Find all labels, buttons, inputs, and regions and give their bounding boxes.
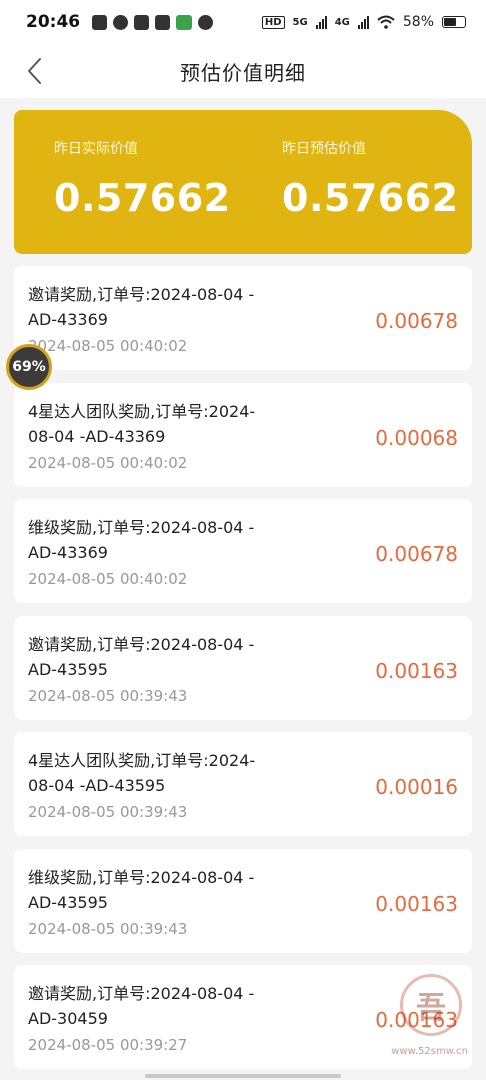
tiktok-icon [198, 14, 214, 30]
home-indicator[interactable] [145, 1074, 341, 1078]
hd-icon: HD [261, 15, 285, 29]
status-bar: 20:46 HD 5G 4G 58% [0, 0, 486, 44]
list-item[interactable]: 4星达人团队奖励,订单号:2024-08-04 -AD-43369 2024-0… [14, 382, 472, 487]
watermark: 吾 www.52smw.cn [376, 962, 468, 1072]
item-time: 2024-08-05 00:40:02 [28, 570, 188, 588]
notification-icons [92, 14, 214, 30]
actual-value-block: 昨日实际价值 0.57662 [54, 138, 231, 220]
item-title: 维级奖励,订单号:2024-08-04 -AD-43595 [28, 867, 255, 912]
item-time: 2024-08-05 00:40:02 [28, 337, 188, 355]
app-notification-icon [92, 14, 108, 30]
app-notification-icon [113, 14, 129, 30]
estimate-value-label: 昨日预估价值 [282, 141, 366, 157]
battery-percent: 58% [402, 14, 434, 30]
app-notification-icon [155, 14, 171, 30]
item-amount: 0.00678 [375, 542, 458, 566]
status-right: HD 5G 4G 58% [261, 14, 466, 30]
item-time: 2024-08-05 00:39:43 [28, 686, 188, 705]
item-title: 维级奖励,订单号:2024-08-04 -AD-43369 [28, 518, 255, 562]
mail-icon [134, 14, 150, 30]
page-header: 预估价值明细 [0, 44, 486, 98]
back-button[interactable] [18, 54, 50, 88]
page-title: 预估价值明细 [180, 60, 306, 85]
back-chevron-icon [28, 58, 41, 84]
item-time: 2024-08-05 00:39:43 [28, 919, 188, 938]
watermark-seal: 吾 [400, 974, 462, 1036]
wifi-icon [377, 15, 395, 29]
battery-icon [442, 16, 466, 28]
item-time: 2024-08-05 00:39:43 [28, 803, 188, 821]
list-item[interactable]: 邀请奖励,订单号:2024-08-04 -AD-43369 2024-08-05… [14, 266, 472, 370]
signal-icon [357, 15, 369, 29]
estimate-value-block: 昨日预估价值 0.57662 [282, 138, 459, 220]
actual-value-label: 昨日实际价值 [54, 141, 138, 157]
item-title: 4星达人团队奖励,订单号:2024-08-04 -AD-43369 [28, 401, 256, 446]
item-amount: 0.00163 [375, 658, 458, 683]
list-item[interactable]: 维级奖励,订单号:2024-08-04 -AD-43595 2024-08-05… [14, 848, 472, 953]
item-amount: 0.00678 [375, 309, 458, 333]
item-title: 4星达人团队奖励,订单号:2024-08-04 -AD-43595 [28, 751, 256, 795]
network-4g-label: 4G [334, 16, 350, 28]
item-time: 2024-08-05 00:39:27 [28, 1036, 188, 1054]
estimate-value: 0.57662 [282, 176, 459, 220]
list-item[interactable]: 4星达人团队奖励,订单号:2024-08-04 -AD-43595 2024-0… [14, 732, 472, 836]
floating-progress-badge[interactable]: 69% [6, 344, 52, 390]
list-item[interactable]: 邀请奖励,订单号:2024-08-04 -AD-43595 2024-08-05… [14, 615, 472, 720]
item-time: 2024-08-05 00:40:02 [28, 453, 188, 472]
item-amount: 0.00016 [375, 775, 458, 799]
actual-value: 0.57662 [54, 176, 231, 220]
summary-card: 昨日实际价值 0.57662 昨日预估价值 0.57662 [14, 110, 472, 254]
item-title: 邀请奖励,订单号:2024-08-04 -AD-43595 [28, 634, 255, 679]
status-time: 20:46 [26, 12, 81, 32]
list-item[interactable]: 维级奖励,订单号:2024-08-04 -AD-43369 2024-08-05… [14, 499, 472, 603]
item-amount: 0.00068 [375, 425, 458, 450]
detail-list: 邀请奖励,订单号:2024-08-04 -AD-43369 2024-08-05… [14, 266, 472, 1080]
item-title: 邀请奖励,订单号:2024-08-04 -AD-43369 [28, 285, 255, 329]
network-5g-label: 5G [292, 16, 308, 28]
app-notification-icon [176, 14, 193, 30]
item-amount: 0.00163 [375, 891, 458, 916]
signal-icon [315, 15, 327, 29]
watermark-text: www.52smw.cn [391, 1046, 468, 1057]
item-title: 邀请奖励,订单号:2024-08-04 -AD-30459 [28, 984, 255, 1028]
